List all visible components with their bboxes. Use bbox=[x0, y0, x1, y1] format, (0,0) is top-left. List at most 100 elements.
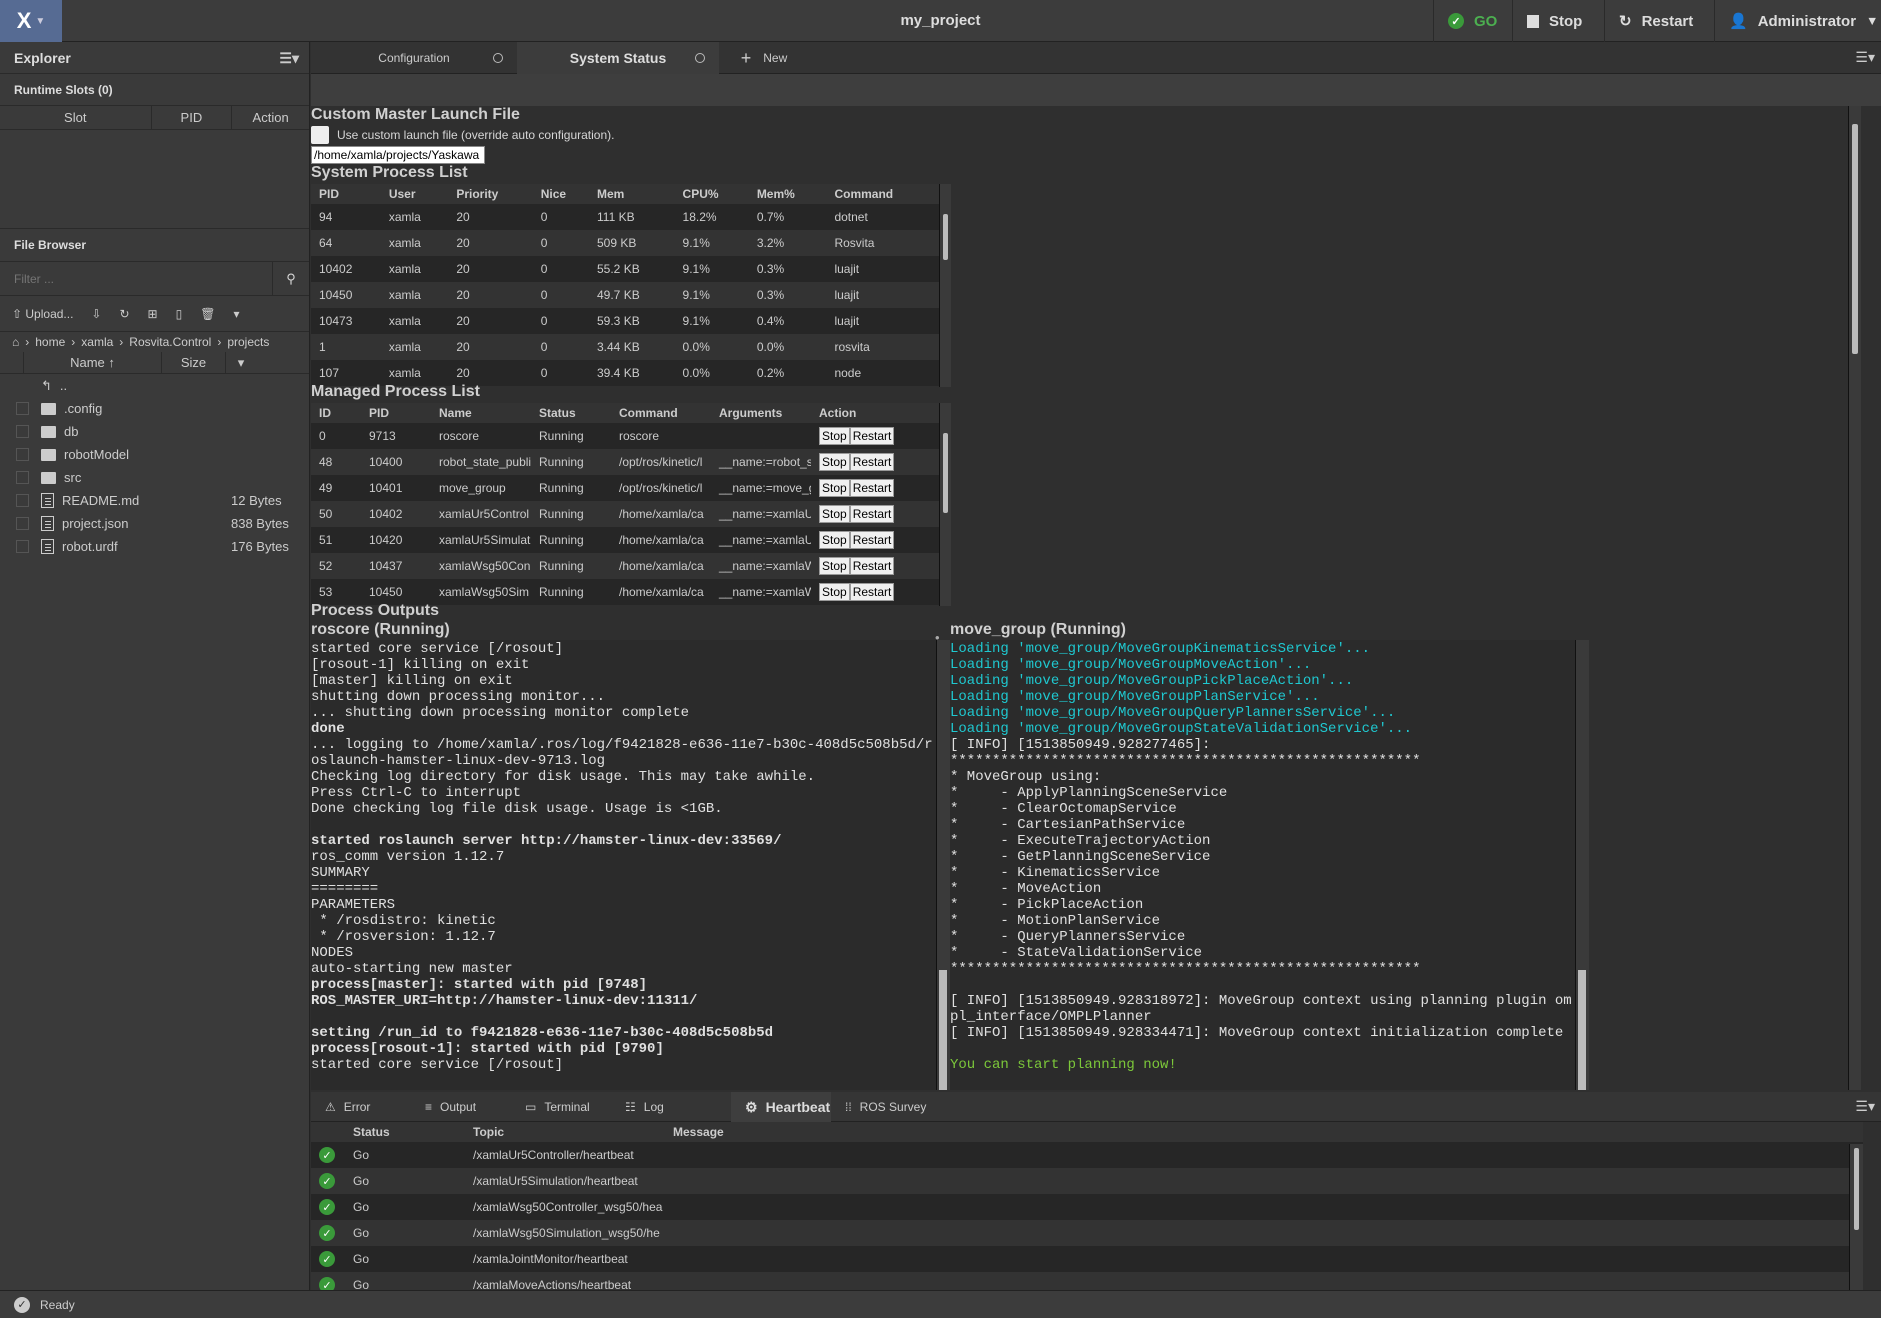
search-icon[interactable]: ⚲ bbox=[273, 262, 309, 295]
table-row[interactable]: 52 10437 xamlaWsg50Con Running/home/xamla/c… bbox=[311, 553, 939, 579]
stop-process-button[interactable]: Stop bbox=[819, 583, 850, 601]
table-row[interactable]: 49 10401 move_group Running/opt/ros/kinetic… bbox=[311, 475, 939, 501]
restart-process-button[interactable]: Restart bbox=[849, 557, 895, 575]
stop-button[interactable]: Stop bbox=[1512, 0, 1604, 42]
go-status-button[interactable]: ✓ GO bbox=[1433, 0, 1511, 42]
col-header[interactable]: Arguments bbox=[711, 403, 811, 423]
col-size[interactable]: Size bbox=[162, 352, 226, 373]
row-checkbox[interactable] bbox=[16, 425, 29, 438]
page-scrollbar[interactable] bbox=[1848, 106, 1861, 1090]
stop-process-button[interactable]: Stop bbox=[819, 479, 850, 497]
tabs-menu-icon[interactable]: ☰▾ bbox=[1855, 49, 1875, 66]
bottom-panel-menu-icon[interactable]: ☰▾ bbox=[1855, 1098, 1875, 1115]
table-row[interactable]: 50 10402 xamlaUr5Control Running/home/xamla… bbox=[311, 501, 939, 527]
restart-process-button[interactable]: Restart bbox=[849, 583, 895, 601]
restart-process-button[interactable]: Restart bbox=[849, 427, 895, 445]
table-row[interactable]: ✓ Go/xamlaUr5Controller/heartbeat bbox=[311, 1142, 1863, 1168]
row-checkbox[interactable] bbox=[16, 517, 29, 530]
file-row[interactable]: .config bbox=[0, 397, 309, 420]
col-header[interactable]: Command bbox=[826, 184, 939, 204]
download-icon[interactable]: ⇩ bbox=[91, 307, 101, 321]
stop-process-button[interactable]: Stop bbox=[819, 453, 850, 471]
delete-icon[interactable]: 🗑 bbox=[200, 307, 215, 321]
home-icon[interactable]: ⌂ bbox=[12, 335, 19, 349]
launch-file-path-input[interactable] bbox=[311, 146, 485, 164]
col-header[interactable]: PID bbox=[361, 403, 431, 423]
restart-process-button[interactable]: Restart bbox=[849, 453, 895, 471]
file-row[interactable]: db bbox=[0, 420, 309, 443]
stop-process-button[interactable]: Stop bbox=[819, 427, 850, 445]
row-checkbox[interactable] bbox=[16, 402, 29, 415]
row-checkbox[interactable] bbox=[16, 540, 29, 553]
table-row[interactable]: ✓ Go/xamlaWsg50Simulation_wsg50/he bbox=[311, 1220, 1863, 1246]
breadcrumb-item[interactable]: Rosvita.Control bbox=[129, 335, 211, 349]
refresh-icon[interactable]: ↻ bbox=[119, 307, 129, 321]
parent-dir-row[interactable]: ↰.. bbox=[0, 374, 309, 397]
custom-launch-checkbox[interactable] bbox=[311, 126, 329, 144]
table-row[interactable]: 10402 xamla 20 0 55.2 KB 9.1% 0.3% luajit bbox=[311, 256, 939, 282]
breadcrumb-item[interactable]: projects bbox=[227, 335, 269, 349]
panel-menu-icon[interactable]: ☰▾ bbox=[279, 42, 299, 73]
col-header[interactable]: Mem bbox=[589, 184, 675, 204]
tab-log[interactable]: ☷ Log bbox=[611, 1092, 711, 1122]
breadcrumb-item[interactable]: home bbox=[35, 335, 65, 349]
table-row[interactable]: 0 9713 roscore Running roscore Stop Restart bbox=[311, 423, 939, 449]
col-header[interactable]: Nice bbox=[532, 184, 589, 204]
col-header[interactable]: Command bbox=[611, 403, 711, 423]
col-name[interactable]: Name ↑ bbox=[24, 352, 162, 373]
table-row[interactable]: 64 xamla 20 0 509 KB 9.1% 3.2% Rosvita bbox=[311, 230, 939, 256]
col-header[interactable]: Name bbox=[431, 403, 531, 423]
table-row[interactable]: 94 xamla 20 0 111 KB 18.2% 0.7% dotnet bbox=[311, 204, 939, 230]
row-checkbox[interactable] bbox=[16, 494, 29, 507]
new-tab-button[interactable]: + New bbox=[729, 42, 799, 74]
user-menu[interactable]: 👤 Administrator ▼ bbox=[1714, 0, 1881, 42]
restart-process-button[interactable]: Restart bbox=[849, 505, 895, 523]
heartbeat-scrollbar[interactable] bbox=[1849, 1144, 1863, 1290]
column-menu-icon[interactable]: ▾ bbox=[226, 352, 256, 373]
row-checkbox[interactable] bbox=[16, 471, 29, 484]
table-row[interactable]: ✓ Go/xamlaMoveActions/heartbeat bbox=[311, 1272, 1863, 1290]
tab-heartbeat[interactable]: ⚙ Heartbeat bbox=[731, 1092, 831, 1122]
tab-ros-survey[interactable]: ⁞⁞ ROS Survey bbox=[831, 1092, 941, 1122]
tab-error[interactable]: ⚠ Error bbox=[311, 1092, 411, 1122]
roscore-output-scrollbar[interactable] bbox=[936, 640, 950, 1090]
filter-input[interactable] bbox=[0, 262, 273, 295]
tab-configuration[interactable]: Configuration bbox=[311, 42, 517, 74]
more-chevron-icon[interactable]: ▾ bbox=[233, 307, 239, 321]
restart-process-button[interactable]: Restart bbox=[849, 531, 895, 549]
move-group-output-scrollbar[interactable] bbox=[1575, 640, 1589, 1090]
select-all-checkbox[interactable] bbox=[0, 352, 24, 373]
col-header[interactable]: Topic bbox=[465, 1122, 665, 1142]
col-action[interactable]: Action bbox=[232, 106, 309, 129]
table-row[interactable]: 48 10400 robot_state_publi Running/opt/ros/… bbox=[311, 449, 939, 475]
rename-icon[interactable]: ▯ bbox=[176, 307, 183, 321]
tab-output[interactable]: ≡ Output bbox=[411, 1092, 511, 1122]
col-header[interactable]: Status bbox=[531, 403, 611, 423]
table-row[interactable]: ✓ Go/xamlaUr5Simulation/heartbeat bbox=[311, 1168, 1863, 1194]
file-row[interactable]: robotModel bbox=[0, 443, 309, 466]
tab-terminal[interactable]: ▭ Terminal bbox=[511, 1092, 611, 1122]
upload-button[interactable]: ⇧ Upload... bbox=[12, 307, 73, 321]
breadcrumb-item[interactable]: xamla bbox=[81, 335, 113, 349]
col-header[interactable]: PID bbox=[311, 184, 381, 204]
new-folder-icon[interactable]: ⊞ bbox=[148, 307, 158, 321]
app-menu-button[interactable]: X ▼ bbox=[0, 0, 62, 42]
table-row[interactable]: ✓ Go/xamlaJointMonitor/heartbeat bbox=[311, 1246, 1863, 1272]
tab-system-status[interactable]: System Status bbox=[517, 42, 719, 74]
table-row[interactable]: 1 xamla 20 0 3.44 KB 0.0% 0.0% rosvita bbox=[311, 334, 939, 360]
file-row[interactable]: project.json 838 Bytes bbox=[0, 512, 309, 535]
col-header[interactable]: Action bbox=[811, 403, 939, 423]
col-header[interactable]: Status bbox=[345, 1122, 465, 1142]
col-header[interactable]: Mem% bbox=[748, 184, 827, 204]
col-header[interactable]: Message bbox=[665, 1122, 1863, 1142]
restart-button[interactable]: ↻ Restart bbox=[1604, 0, 1714, 42]
stop-process-button[interactable]: Stop bbox=[819, 531, 850, 549]
col-header[interactable]: User bbox=[380, 184, 449, 204]
col-header[interactable]: Priority bbox=[448, 184, 533, 204]
file-row[interactable]: README.md 12 Bytes bbox=[0, 489, 309, 512]
table-row[interactable]: 51 10420 xamlaUr5Simulat Running/home/xamla… bbox=[311, 527, 939, 553]
col-header[interactable]: CPU% bbox=[674, 184, 749, 204]
file-row[interactable]: src bbox=[0, 466, 309, 489]
restart-process-button[interactable]: Restart bbox=[849, 479, 895, 497]
managed-process-scrollbar[interactable] bbox=[939, 403, 951, 606]
